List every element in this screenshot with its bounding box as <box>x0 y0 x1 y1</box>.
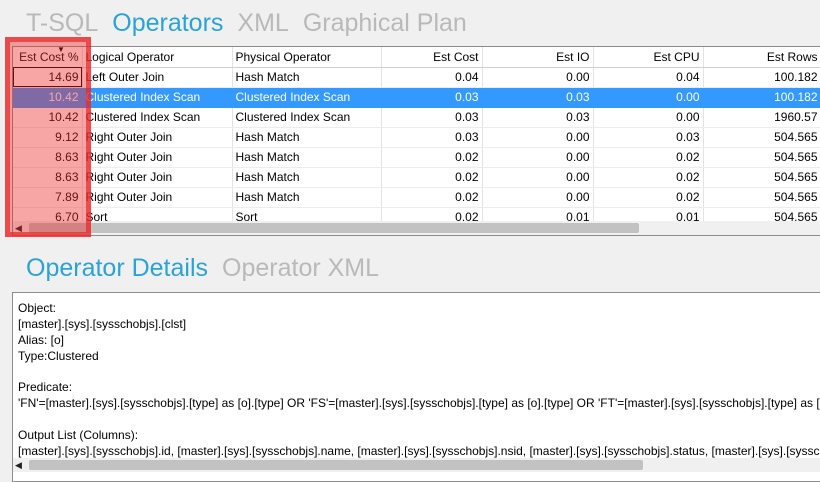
table-header-row: ▼ Est Cost % Logical Operator Physical O… <box>13 47 820 68</box>
details-predicate-value: 'FN'=[master].[sys].[sysschobjs].[type] … <box>18 396 820 410</box>
scroll-left-arrow-icon[interactable]: ◀ <box>15 221 22 235</box>
details-output-list-value: [master].[sys].[sysschobjs].id, [master]… <box>18 444 820 458</box>
operators-table: ▼ Est Cost % Logical Operator Physical O… <box>13 47 820 228</box>
scroll-left-arrow-icon[interactable]: ◀ <box>15 458 22 472</box>
table-cell[interactable]: 504.565 <box>703 187 820 208</box>
table-cell[interactable]: Left Outer Join <box>82 67 233 88</box>
table-cell[interactable]: Right Outer Join <box>82 187 233 208</box>
table-cell[interactable]: Clustered Index Scan <box>232 107 382 128</box>
column-header-logical-operator[interactable]: Logical Operator <box>82 47 233 68</box>
column-header-est-cost[interactable]: Est Cost <box>381 47 483 68</box>
scrollbar-thumb[interactable] <box>29 460 643 470</box>
table-cell[interactable]: 10.42 <box>13 107 83 128</box>
table-cell[interactable]: 0.03 <box>381 107 483 128</box>
table-row[interactable]: 10.42 Clustered Index Scan Clustered Index… <box>13 107 820 128</box>
table-cell[interactable]: 0.00 <box>482 167 594 188</box>
scrollbar-thumb[interactable] <box>29 223 639 233</box>
operator-details-panel[interactable]: Object: [master].[sys].[sysschobjs].[cls… <box>12 292 820 482</box>
table-cell[interactable]: 100.182 <box>703 67 820 88</box>
tab-xml[interactable]: XML <box>237 8 288 38</box>
tab-operators[interactable]: Operators <box>112 8 223 38</box>
table-cell[interactable]: 0.00 <box>482 67 594 88</box>
operators-grid: ▼ Est Cost % Logical Operator Physical O… <box>12 46 820 236</box>
table-cell[interactable]: 0.02 <box>593 147 704 168</box>
details-horizontal-scrollbar[interactable]: ◀ <box>13 458 820 472</box>
table-cell[interactable]: 0.00 <box>593 87 704 108</box>
table-row[interactable]: 9.12 Right Outer Join Hash Match 0.03 0.00 0.… <box>13 127 820 148</box>
table-cell[interactable]: 504.565 <box>703 127 820 148</box>
details-object-value: [master].[sys].[sysschobjs].[clst] <box>18 317 187 331</box>
table-row[interactable]: 7.89 Right Outer Join Hash Match 0.02 0.00 0.… <box>13 187 820 208</box>
details-object-label: Object: <box>18 301 57 315</box>
table-cell[interactable]: Right Outer Join <box>82 147 233 168</box>
column-header-est-cost-percent[interactable]: ▼ Est Cost % <box>13 47 83 68</box>
details-alias: Alias: [o] <box>18 333 65 347</box>
table-cell[interactable]: 0.03 <box>482 87 594 108</box>
table-cell[interactable]: 0.02 <box>381 147 483 168</box>
column-header-est-cpu[interactable]: Est CPU <box>593 47 704 68</box>
column-header-physical-operator[interactable]: Physical Operator <box>232 47 382 68</box>
table-cell[interactable]: 100.182 <box>703 87 820 108</box>
column-header-label: Est Cost % <box>19 49 79 64</box>
table-row[interactable]: 8.63 Right Outer Join Hash Match 0.02 0.00 0.… <box>13 167 820 188</box>
table-cell[interactable]: 14.69 <box>13 67 83 88</box>
table-cell[interactable]: 1960.57 <box>703 107 820 128</box>
table-row[interactable]: 8.63 Right Outer Join Hash Match 0.02 0.00 0.… <box>13 147 820 168</box>
table-cell[interactable]: 0.02 <box>593 187 704 208</box>
table-cell[interactable]: Hash Match <box>232 147 382 168</box>
tab-operator-details[interactable]: Operator Details <box>26 253 208 283</box>
operator-detail-tabs: Operator Details Operator XML <box>26 253 379 283</box>
table-cell[interactable]: 0.03 <box>482 107 594 128</box>
plan-view-tabs: T-SQL Operators XML Graphical Plan <box>26 8 467 38</box>
table-cell[interactable]: Hash Match <box>232 127 382 148</box>
table-cell[interactable]: Clustered Index Scan <box>232 87 382 108</box>
table-cell[interactable]: 0.03 <box>381 87 483 108</box>
table-cell[interactable]: 9.12 <box>13 127 83 148</box>
details-predicate-label: Predicate: <box>18 380 73 394</box>
tab-operator-xml[interactable]: Operator XML <box>222 253 379 283</box>
table-cell[interactable]: Clustered Index Scan <box>82 107 233 128</box>
table-cell[interactable]: 0.02 <box>381 187 483 208</box>
table-cell[interactable]: Clustered Index Scan <box>82 87 233 108</box>
table-cell[interactable]: 0.00 <box>482 147 594 168</box>
column-header-est-rows[interactable]: Est Rows <box>703 47 820 68</box>
table-cell[interactable]: 8.63 <box>13 147 83 168</box>
table-cell[interactable]: 7.89 <box>13 187 83 208</box>
details-output-list-label: Output List (Columns): <box>18 428 139 442</box>
table-cell[interactable]: Hash Match <box>232 187 382 208</box>
table-row[interactable]: 14.69 Left Outer Join Hash Match 0.04 0.00 0.… <box>13 67 820 88</box>
sort-descending-icon: ▼ <box>57 47 65 54</box>
table-cell[interactable]: 0.00 <box>482 127 594 148</box>
table-cell[interactable]: 10.42 <box>13 87 83 108</box>
details-type: Type:Clustered <box>18 349 99 363</box>
table-cell[interactable]: Right Outer Join <box>82 167 233 188</box>
table-cell[interactable]: Hash Match <box>232 167 382 188</box>
table-cell[interactable]: Right Outer Join <box>82 127 233 148</box>
table-row[interactable]: 10.42 Clustered Index Scan Clustered Index… <box>13 87 820 108</box>
table-cell[interactable]: 0.02 <box>381 167 483 188</box>
table-cell[interactable]: 0.03 <box>381 127 483 148</box>
tab-graphical-plan[interactable]: Graphical Plan <box>303 8 467 38</box>
table-cell[interactable]: 0.00 <box>593 107 704 128</box>
table-cell[interactable]: Hash Match <box>232 67 382 88</box>
table-cell[interactable]: 8.63 <box>13 167 83 188</box>
table-cell[interactable]: 0.02 <box>593 167 704 188</box>
grid-horizontal-scrollbar[interactable]: ◀ <box>13 221 820 235</box>
table-cell[interactable]: 504.565 <box>703 167 820 188</box>
column-header-est-io[interactable]: Est IO <box>482 47 594 68</box>
tab-tsql[interactable]: T-SQL <box>26 8 98 38</box>
table-cell[interactable]: 0.03 <box>593 127 704 148</box>
table-cell[interactable]: 0.04 <box>593 67 704 88</box>
table-cell[interactable]: 0.04 <box>381 67 483 88</box>
table-cell[interactable]: 0.00 <box>482 187 594 208</box>
table-cell[interactable]: 504.565 <box>703 147 820 168</box>
